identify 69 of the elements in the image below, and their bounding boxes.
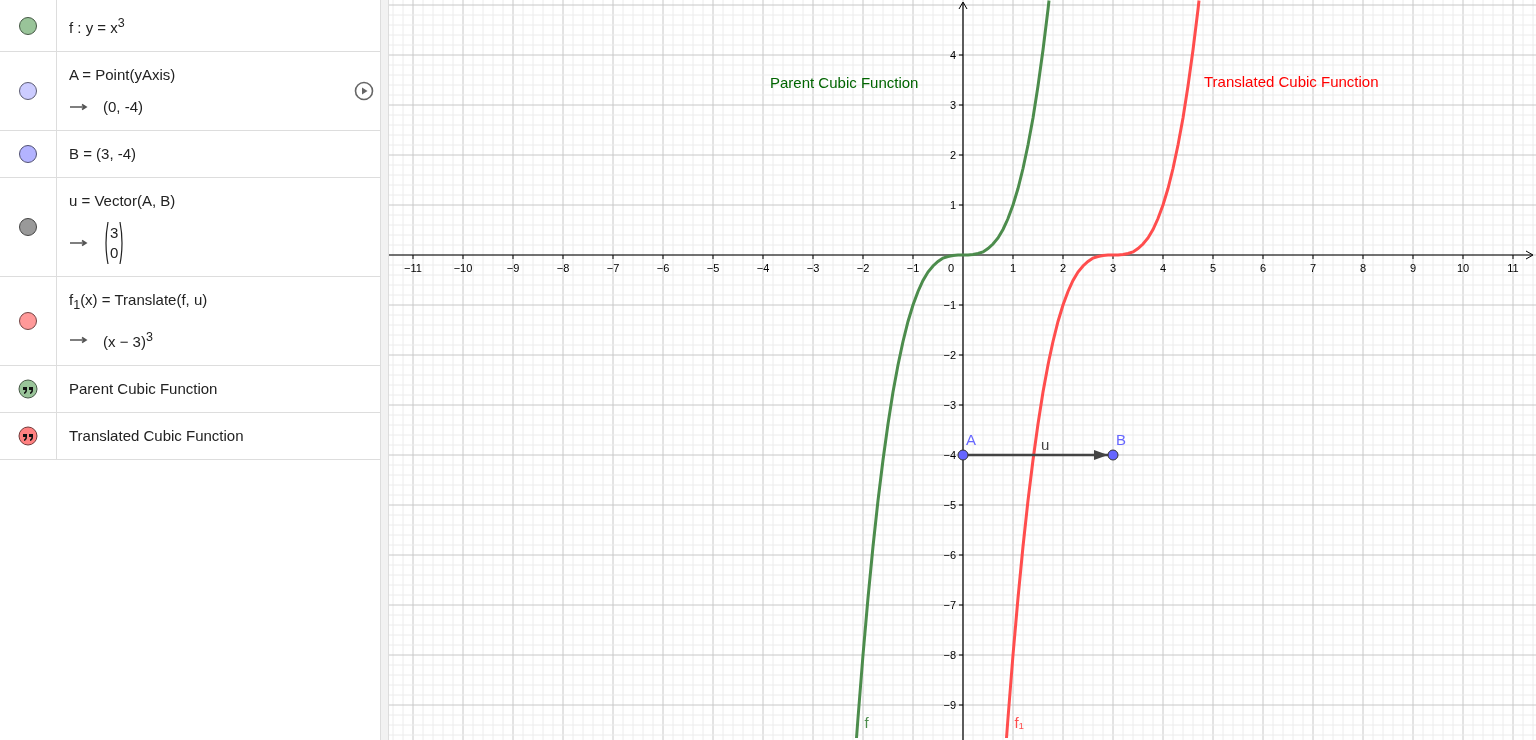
text-label: Translated Cubic Function	[1204, 73, 1379, 91]
visibility-dot[interactable]	[19, 16, 37, 35]
arrow-icon	[69, 239, 89, 247]
tick-label: −1	[906, 262, 920, 274]
definition-text[interactable]: u = Vector(A, B)	[69, 189, 176, 213]
tick-label: 6	[1259, 262, 1267, 274]
tick-label: 1	[1009, 262, 1017, 274]
tick-label: 5	[1209, 262, 1217, 274]
tick-label: −3	[943, 399, 956, 411]
point-label: B	[1116, 431, 1126, 449]
tick-label: 1	[949, 199, 956, 211]
origin-label: 0	[947, 262, 955, 274]
tick-label: −10	[453, 262, 473, 274]
point[interactable]	[1107, 449, 1119, 461]
curve-label: f₁	[1014, 714, 1024, 732]
tick-label: −7	[943, 599, 956, 611]
tick-label: 4	[1159, 262, 1167, 274]
tick-label: 9	[1409, 262, 1417, 274]
tick-label: −3	[806, 262, 820, 274]
definition-text[interactable]: Translated Cubic Function	[69, 424, 244, 448]
tick-label: 7	[1309, 262, 1317, 274]
definition-text[interactable]: B = (3, -4)	[69, 142, 137, 166]
tick-label: −6	[656, 262, 670, 274]
tick-label: −2	[943, 349, 956, 361]
arrow-icon	[69, 335, 89, 344]
tick-label: −2	[856, 262, 870, 274]
definition-text[interactable]: A = Point(yAxis)	[69, 63, 176, 87]
tick-label: −8	[556, 262, 570, 274]
definition-text[interactable]: f : y = x$^{3}$	[69, 11, 125, 40]
quote-icon[interactable]	[18, 426, 38, 446]
visibility-dot[interactable]	[19, 82, 37, 100]
tick-label: −8	[943, 649, 956, 661]
tick-label: −4	[756, 262, 770, 274]
text-label: Parent Cubic Function	[770, 74, 919, 92]
play-button[interactable]	[354, 81, 374, 101]
output-value: (x − 3)$^{3}$	[103, 329, 153, 352]
definition-text[interactable]: Parent Cubic Function	[69, 377, 218, 401]
definition-text[interactable]: f$_{1}$(x) = Translate(f, u)	[69, 288, 208, 317]
vector-value: 3 0	[109, 223, 120, 263]
vector-label: u	[1041, 436, 1050, 454]
tick-label: −6	[943, 549, 956, 561]
tick-label: −5	[706, 262, 720, 274]
quote-icon[interactable]	[18, 379, 38, 399]
point-label: A	[966, 431, 976, 449]
tick-label: −9	[506, 262, 520, 274]
point[interactable]	[957, 449, 969, 461]
tick-label: 8	[1359, 262, 1367, 274]
visibility-dot[interactable]	[19, 218, 37, 236]
tick-label: −9	[943, 699, 956, 711]
visibility-dot[interactable]	[19, 145, 37, 163]
tick-label: 3	[949, 99, 956, 111]
visibility-dot[interactable]	[19, 312, 37, 330]
function-curve[interactable]	[855, 0, 1051, 739]
output-value: (0, -4)	[103, 97, 143, 117]
tick-label: 2	[1059, 262, 1067, 274]
tick-label: 2	[949, 149, 956, 161]
tick-label: 10	[1456, 262, 1470, 274]
tick-label: −1	[943, 299, 956, 311]
tick-label: −7	[606, 262, 620, 274]
tick-label: −5	[943, 499, 956, 511]
tick-label: −4	[943, 449, 956, 461]
tick-label: 4	[949, 49, 956, 61]
tick-label: 11	[1507, 262, 1519, 274]
arrow-icon	[69, 103, 89, 111]
bracket-icon	[103, 221, 109, 265]
curve-label: f	[864, 714, 869, 732]
tick-label: −11	[404, 262, 422, 274]
tick-label: 3	[1109, 262, 1117, 274]
bracket-icon	[119, 221, 126, 265]
